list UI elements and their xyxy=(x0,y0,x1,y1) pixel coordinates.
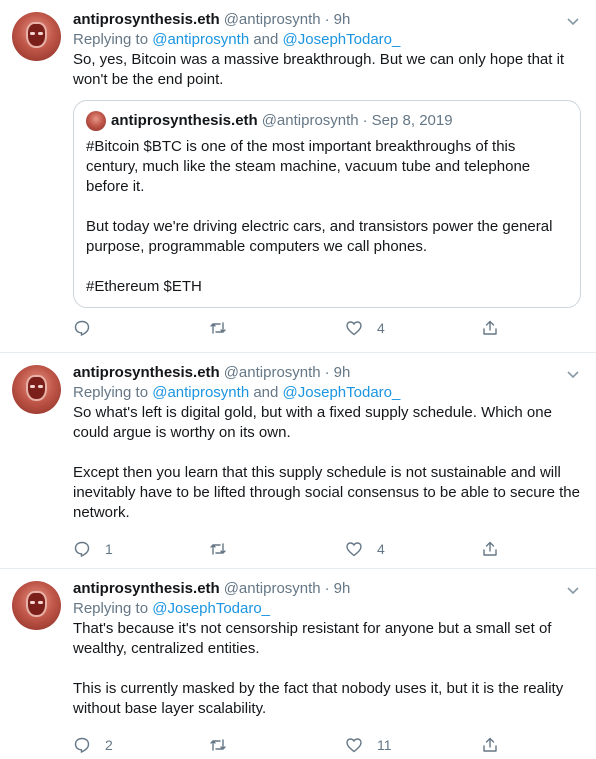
reply-button[interactable]: 2 xyxy=(73,736,209,754)
like-count: 4 xyxy=(377,541,385,557)
replying-to: Replying to @antiprosynth and @JosephTod… xyxy=(73,384,401,401)
heart-icon xyxy=(346,542,362,557)
timestamp[interactable]: 9h xyxy=(334,363,351,383)
retweet-icon xyxy=(210,543,226,555)
author-name: antiprosynthesis.eth xyxy=(111,112,258,129)
avatar[interactable] xyxy=(12,365,61,414)
chevron-down-icon[interactable] xyxy=(566,14,580,28)
separator-dot: · xyxy=(362,112,368,129)
heart-icon xyxy=(346,738,362,753)
quoted-tweet[interactable]: antiprosynthesis.eth @antiprosynth · Sep… xyxy=(73,100,581,308)
tweet-actions: 2 11 xyxy=(73,725,581,759)
share-upload-icon xyxy=(483,541,497,556)
like-button[interactable]: 4 xyxy=(345,540,481,558)
author-name[interactable]: antiprosynthesis.eth xyxy=(73,363,220,383)
timestamp[interactable]: 9h xyxy=(334,579,351,599)
share-upload-icon xyxy=(483,320,497,335)
retweet-button[interactable] xyxy=(209,540,345,558)
chevron-down-icon[interactable] xyxy=(566,583,580,597)
share-button[interactable] xyxy=(481,540,499,558)
retweet-icon xyxy=(210,739,226,751)
separator-dot: · xyxy=(324,580,330,597)
reply-button[interactable]: 1 xyxy=(73,540,209,558)
avatar xyxy=(86,111,106,131)
timestamp: Sep 8, 2019 xyxy=(371,112,453,129)
author-handle[interactable]: @antiprosynth xyxy=(224,10,321,30)
author-handle[interactable]: @antiprosynth xyxy=(224,579,321,599)
avatar[interactable] xyxy=(12,581,61,630)
retweet-button[interactable] xyxy=(209,736,345,754)
mention-link[interactable]: @JosephTodaro_ xyxy=(283,31,401,48)
avatar[interactable] xyxy=(12,12,61,61)
tweet[interactable]: antiprosynthesis.eth @antiprosynth · 9h … xyxy=(0,353,596,569)
share-button[interactable] xyxy=(481,736,499,754)
chevron-down-icon[interactable] xyxy=(566,367,580,381)
reply-count: 1 xyxy=(105,541,113,557)
reply-button[interactable] xyxy=(73,319,209,337)
mention-link[interactable]: @JosephTodaro_ xyxy=(283,384,401,401)
mention-link[interactable]: @antiprosynth xyxy=(152,384,249,401)
like-button[interactable]: 4 xyxy=(345,319,481,337)
tweet-actions: 1 4 xyxy=(73,529,581,566)
share-upload-icon xyxy=(483,737,497,752)
separator-dot: · xyxy=(324,11,330,28)
speech-bubble-icon xyxy=(74,541,90,558)
like-count: 4 xyxy=(377,320,385,336)
separator-dot: · xyxy=(324,364,330,381)
replying-to: Replying to @antiprosynth and @JosephTod… xyxy=(73,31,401,48)
quoted-tweet-text: #Bitcoin $BTC is one of the most importa… xyxy=(86,138,553,295)
like-count: 11 xyxy=(377,737,392,753)
author-name[interactable]: antiprosynthesis.eth xyxy=(73,10,220,30)
tweet-text: So, yes, Bitcoin was a massive breakthro… xyxy=(73,51,565,88)
speech-bubble-icon xyxy=(74,320,90,337)
retweet-icon xyxy=(210,322,226,334)
tweet-text: So what's left is digital gold, but with… xyxy=(73,404,580,521)
like-button[interactable]: 11 xyxy=(345,736,481,754)
timestamp[interactable]: 9h xyxy=(334,10,351,30)
author-handle: @antiprosynth xyxy=(261,112,359,129)
tweet-text: That's because it's not censorship resis… xyxy=(73,620,564,717)
mention-link[interactable]: @antiprosynth xyxy=(152,31,249,48)
retweet-button[interactable] xyxy=(209,319,345,337)
share-button[interactable] xyxy=(481,319,499,337)
tweet[interactable]: antiprosynthesis.eth @antiprosynth · 9h … xyxy=(0,569,596,759)
author-handle[interactable]: @antiprosynth xyxy=(224,363,321,383)
reply-count: 2 xyxy=(105,737,113,753)
mention-link[interactable]: @JosephTodaro_ xyxy=(152,600,270,617)
heart-icon xyxy=(346,321,362,336)
replying-to: Replying to @JosephTodaro_ xyxy=(73,600,271,617)
speech-bubble-icon xyxy=(74,737,90,754)
author-name[interactable]: antiprosynthesis.eth xyxy=(73,579,220,599)
tweet-actions: 4 xyxy=(73,308,581,345)
tweet[interactable]: antiprosynthesis.eth @antiprosynth · 9h … xyxy=(0,0,596,353)
